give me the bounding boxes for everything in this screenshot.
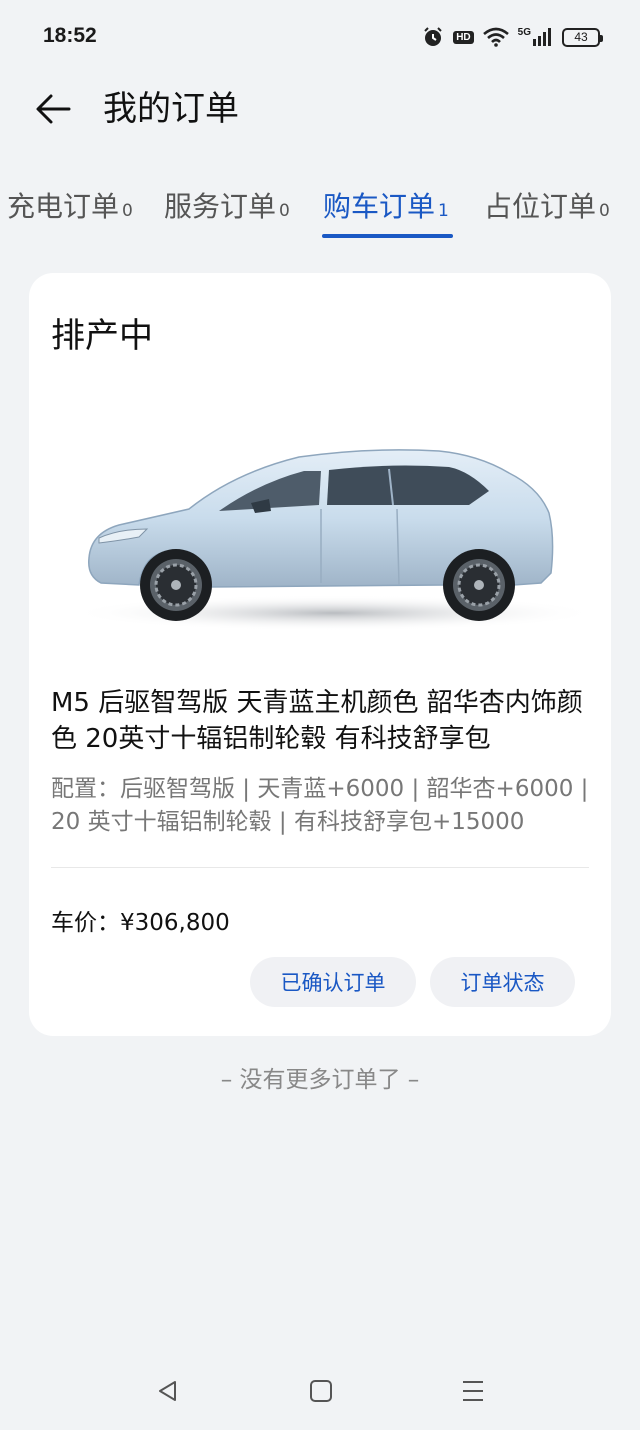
battery-level: 43 — [574, 30, 588, 44]
tab-car-purchase-orders[interactable]: 购车订单 1 — [323, 185, 449, 235]
back-button[interactable] — [28, 84, 78, 134]
tab-count: 0 — [279, 201, 290, 221]
tab-label: 充电订单 — [7, 190, 120, 223]
signal-5g-label: 5G — [517, 27, 531, 38]
system-navigation-bar — [0, 1360, 640, 1420]
battery-icon: 43 — [562, 27, 603, 47]
tab-label: 占位订单 — [484, 190, 597, 223]
tab-count: 1 — [438, 201, 449, 221]
confirmed-order-button[interactable]: 已确认订单 — [250, 957, 416, 1007]
triangle-back-icon — [159, 1381, 176, 1401]
nav-home-button[interactable] — [296, 1366, 346, 1416]
nav-menu-button[interactable] — [448, 1366, 498, 1416]
car-price: 车价：¥306,800 — [51, 910, 230, 936]
order-tabs: 充电订单 0 服务订单 0 购车订单 1 占位订单 0 — [0, 185, 640, 245]
status-bar: 18:52 HD 5G 43 — [0, 0, 640, 76]
tab-count: 0 — [599, 201, 610, 221]
active-tab-indicator — [322, 234, 453, 238]
status-time: 18:52 — [43, 24, 97, 47]
tab-service-orders[interactable]: 服务订单 0 — [164, 185, 290, 235]
tab-count: 0 — [122, 201, 133, 221]
no-more-orders-text: – 没有更多订单了 – — [220, 1067, 420, 1093]
square-home-icon — [310, 1380, 332, 1402]
page-title: 我的订单 — [103, 89, 239, 129]
arrow-left-icon — [36, 94, 71, 124]
order-status-button[interactable]: 订单状态 — [430, 957, 575, 1007]
signal-bars-icon — [533, 28, 551, 46]
tab-label: 购车订单 — [323, 190, 436, 223]
wifi-icon — [482, 27, 509, 47]
alarm-icon — [424, 27, 442, 46]
product-config: 配置：后驱智驾版 | 天青蓝+6000 | 韶华杏+6000 | 20 英寸十辐… — [51, 776, 589, 835]
product-title: M5 后驱智驾版 天青蓝主机颜色 韶华杏内饰颜色 20英寸十辐铝制轮毂 有科技舒… — [51, 688, 583, 754]
tab-reservation-orders[interactable]: 占位订单 0 — [484, 185, 610, 235]
car-image — [69, 449, 599, 631]
header: 我的订单 — [0, 80, 640, 140]
signal-5g-icon: 5G — [518, 28, 553, 46]
nav-back-button[interactable] — [143, 1366, 193, 1416]
tab-label: 服务订单 — [164, 190, 277, 223]
tab-charging-orders[interactable]: 充电订单 0 — [7, 185, 133, 235]
order-status: 排产中 — [51, 316, 153, 356]
three-lines-menu-icon — [463, 1381, 483, 1401]
hd-icon: HD — [453, 30, 474, 44]
order-card[interactable]: 排产中 M5 后驱智驾版 天青蓝主机颜色 韶华杏内饰颜色 20英寸十辐铝制轮毂 … — [29, 273, 611, 1036]
status-icons: HD 5G 43 — [422, 26, 603, 48]
divider — [51, 867, 589, 868]
